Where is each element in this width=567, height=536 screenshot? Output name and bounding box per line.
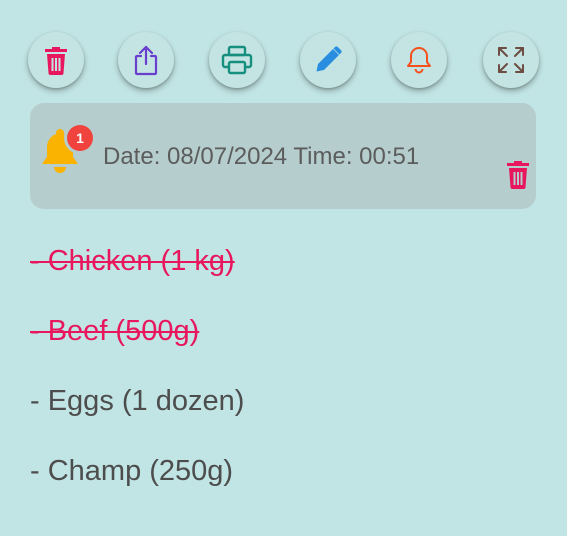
list-item-champ[interactable]: - Champ (250g) [30, 455, 233, 488]
list-item-beef[interactable]: - Beef (500g) [30, 315, 199, 348]
notification-badge: 1 [67, 125, 93, 151]
bell-icon [407, 47, 431, 74]
fullscreen-button[interactable] [483, 32, 539, 88]
toolbar [0, 0, 567, 120]
expand-icon [498, 47, 524, 73]
reminder-button[interactable] [391, 32, 447, 88]
reminder-datetime: Date: 08/07/2024 Time: 00:51 [103, 143, 420, 170]
print-button[interactable] [209, 32, 265, 88]
reminder-bell: 1 [38, 125, 93, 177]
trash-icon [507, 161, 529, 189]
delete-note-button[interactable] [28, 32, 84, 88]
pencil-icon [316, 46, 342, 72]
trash-icon [45, 47, 67, 75]
reminder-card: 1 Date: 08/07/2024 Time: 00:51 [30, 103, 536, 209]
printer-icon [221, 45, 253, 75]
list-item-chicken[interactable]: - Chicken (1 kg) [30, 245, 235, 278]
edit-button[interactable] [300, 32, 356, 88]
share-icon [134, 45, 158, 76]
share-button[interactable] [118, 32, 174, 88]
list-item-eggs[interactable]: - Eggs (1 dozen) [30, 385, 244, 418]
delete-reminder-button[interactable] [503, 157, 533, 191]
